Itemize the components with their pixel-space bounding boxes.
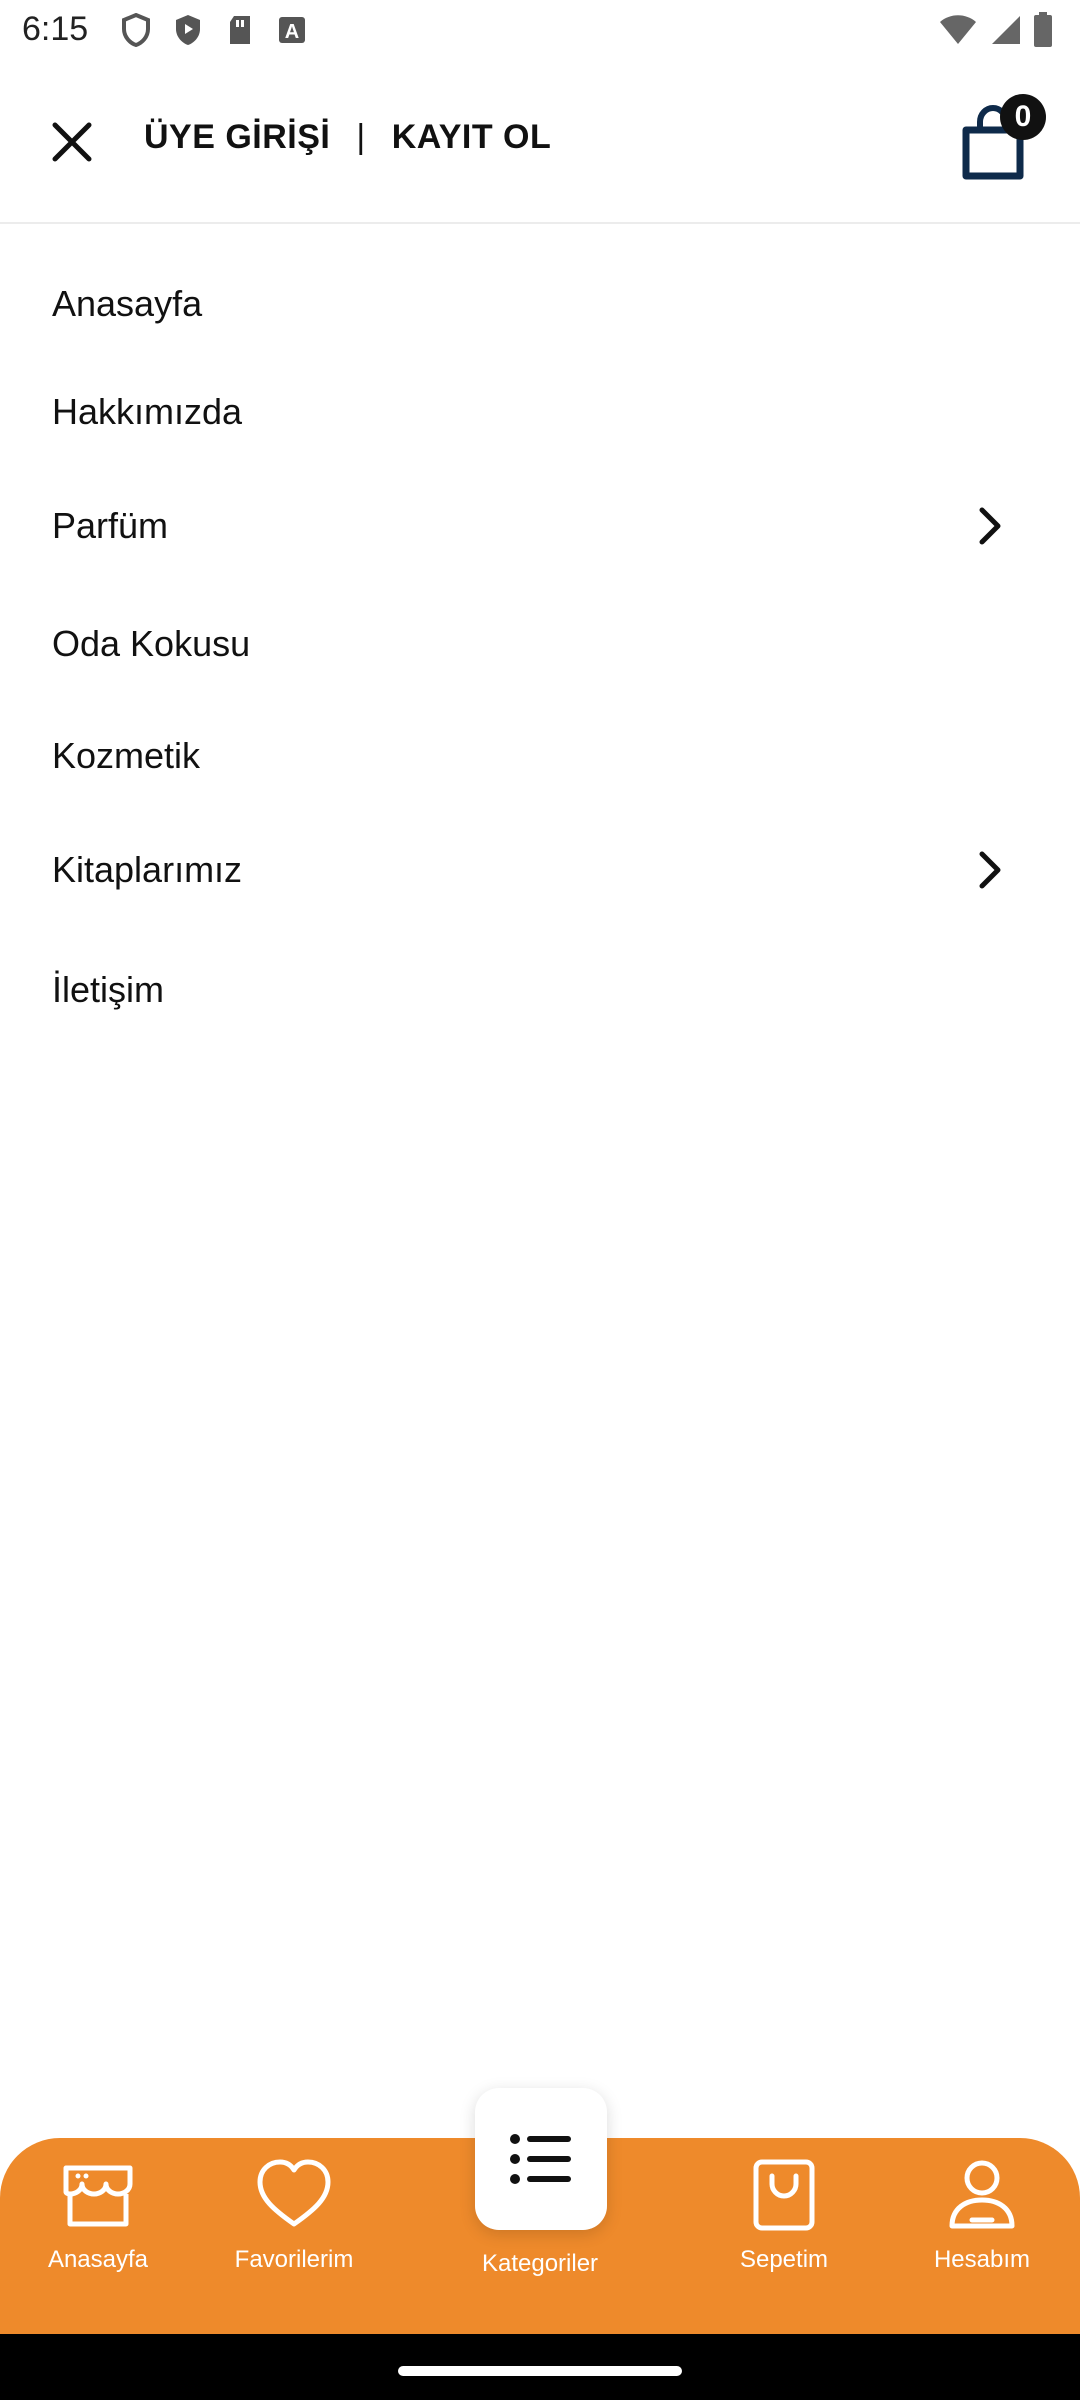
menu-item-kitaplarimiz[interactable]: Kitaplarımız (0, 810, 1080, 930)
menu-item-kozmetik[interactable]: Kozmetik (0, 702, 1080, 810)
nav-item-anasayfa[interactable]: Anasayfa (8, 2154, 188, 2274)
menu-item-iletisim[interactable]: İletişim (0, 930, 1080, 1050)
menu-item-label: Oda Kokusu (52, 623, 251, 664)
chevron-right-icon (979, 851, 1001, 889)
nav-item-sepetim[interactable]: Sepetim (694, 2154, 874, 2274)
auth-links: ÜYE GİRİŞİ | KAYIT OL (144, 118, 551, 157)
status-time: 6:15 (22, 10, 89, 48)
drawer-header: ÜYE GİRİŞİ | KAYIT OL 0 (0, 62, 1080, 224)
menu-item-label: Hakkımızda (52, 391, 243, 432)
cart-count-badge: 0 (1000, 94, 1046, 140)
login-link[interactable]: ÜYE GİRİŞİ (144, 118, 330, 157)
status-notification-icons: A (118, 12, 310, 48)
menu-item-anasayfa[interactable]: Anasayfa (0, 250, 1080, 358)
status-bar: 6:15 A (0, 0, 1080, 62)
auth-separator: | (356, 118, 366, 156)
signal-icon (988, 14, 1022, 51)
heart-icon (257, 2159, 331, 2227)
nav-label: Favorilerim (234, 2246, 354, 2273)
close-button[interactable] (44, 114, 100, 170)
menu-item-hakkimizda[interactable]: Hakkımızda (0, 358, 1080, 466)
nav-item-kategoriler[interactable] (475, 2088, 607, 2230)
nav-label: Anasayfa (47, 2246, 149, 2273)
menu-item-parfum[interactable]: Parfüm (0, 466, 1080, 586)
font-a-icon: A (274, 12, 310, 48)
side-menu: Anasayfa Hakkımızda Parfüm Oda Kokusu Ko… (0, 250, 1080, 1050)
nav-item-favorilerim[interactable]: Favorilerim (204, 2154, 384, 2274)
menu-item-label: Anasayfa (52, 283, 203, 324)
bag-icon (753, 2159, 815, 2231)
system-gesture-area (0, 2334, 1080, 2400)
battery-icon (1032, 12, 1054, 53)
menu-item-label: Parfüm (52, 505, 169, 546)
home-gesture-handle[interactable] (398, 2366, 682, 2376)
user-icon (949, 2160, 1015, 2229)
nav-label: Sepetim (739, 2246, 829, 2273)
menu-item-oda-kokusu[interactable]: Oda Kokusu (0, 586, 1080, 702)
cart-button[interactable]: 0 (958, 94, 1046, 180)
close-icon (52, 122, 92, 162)
chevron-right-icon (979, 507, 1001, 545)
menu-item-label: Kozmetik (52, 735, 201, 776)
svg-text:A: A (285, 21, 299, 43)
status-system-icons (938, 12, 1054, 53)
nav-label-kategoriler: Kategoriler (481, 2250, 599, 2277)
store-icon (63, 2165, 133, 2227)
list-icon (510, 2134, 571, 2184)
sd-card-icon (222, 12, 258, 48)
wifi-icon (938, 14, 978, 51)
nav-item-hesabim[interactable]: Hesabım (892, 2154, 1072, 2274)
nav-label: Hesabım (933, 2246, 1031, 2273)
shield-play-icon (170, 12, 206, 48)
register-link[interactable]: KAYIT OL (392, 118, 552, 157)
shield-outline-icon (118, 12, 154, 48)
menu-item-label: İletişim (52, 969, 165, 1010)
menu-item-label: Kitaplarımız (52, 849, 243, 890)
